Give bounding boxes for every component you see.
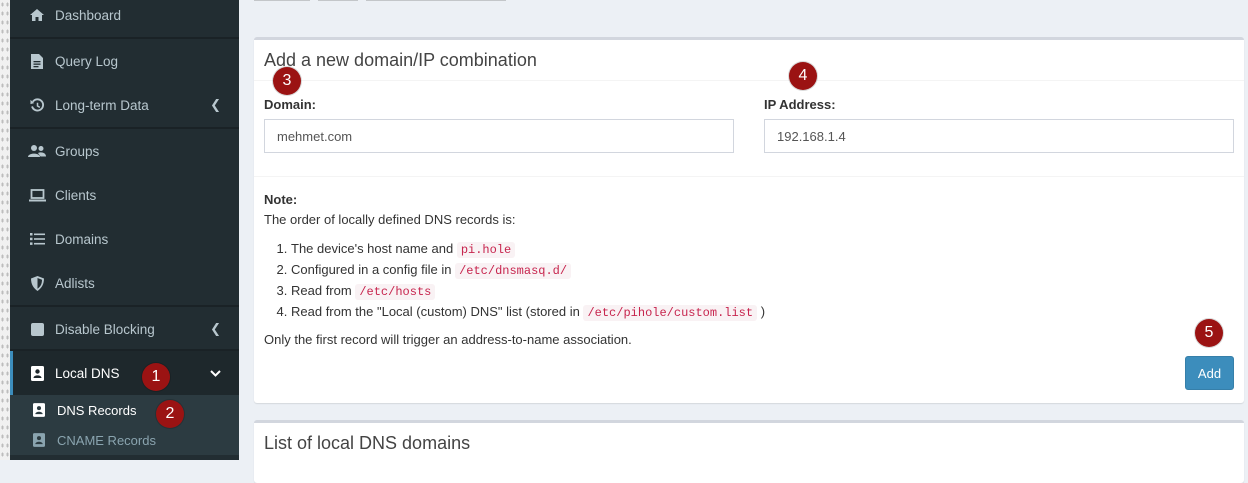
- list-icon: [28, 230, 46, 248]
- users-icon: [28, 142, 46, 160]
- sidebar-item-label: Local DNS: [55, 365, 120, 381]
- list-item: Configured in a config file in /etc/dnsm…: [291, 260, 765, 281]
- annotation-badge: 1: [142, 363, 170, 391]
- add-record-box: Add a new domain/IP combination Domain: …: [254, 37, 1244, 403]
- chevron-left-icon: ❮: [210, 321, 221, 336]
- sidebar-item-local-dns[interactable]: Local DNS: [10, 351, 239, 395]
- home-icon: [28, 6, 46, 24]
- sidebar-item-dashboard[interactable]: Dashboard: [10, 0, 239, 37]
- sidebar-item-label: Dashboard: [55, 7, 122, 23]
- sidebar-item-label: Adlists: [55, 275, 95, 291]
- sidebar-item-label: Domains: [55, 231, 109, 247]
- sidebar-item-label: Query Log: [55, 53, 119, 69]
- sidebar-subitem-cname-records[interactable]: CNAME Records: [10, 425, 239, 455]
- list-item: The device's host name and pi.hole: [291, 239, 765, 260]
- sidebar-item-label: Long-term Data: [55, 97, 149, 113]
- sidebar-item-query-log[interactable]: Query Log: [10, 39, 239, 83]
- sidebar-item-groups[interactable]: Groups: [10, 129, 239, 173]
- shield-icon: [28, 274, 46, 292]
- address-book-icon: [28, 364, 46, 382]
- sidebar-subitem-dns-records[interactable]: DNS Records: [10, 395, 239, 425]
- add-button[interactable]: Add: [1185, 356, 1234, 390]
- sidebar-item-disable-blocking[interactable]: Disable Blocking ❮: [10, 307, 239, 351]
- file-icon: [28, 52, 46, 70]
- chevron-down-icon: [210, 366, 221, 381]
- footer-note: Only the first record will trigger an ad…: [264, 332, 632, 347]
- annotation-badge: 5: [1195, 319, 1223, 347]
- annotation-badge: 4: [789, 62, 817, 90]
- sidebar-item-adlists[interactable]: Adlists: [10, 261, 239, 305]
- record-order-list: The device's host name and pi.hole Confi…: [254, 239, 954, 324]
- code-snippet: /etc/dnsmasq.d/: [455, 263, 572, 279]
- box-title: Add a new domain/IP combination: [264, 50, 537, 70]
- annotation-badge: 2: [156, 400, 184, 428]
- sidebar: Dashboard Query Log Long-term Data ❮ Gro…: [10, 0, 239, 460]
- list-item: Read from /etc/hosts: [291, 281, 765, 302]
- chevron-left-icon: ❮: [210, 97, 221, 112]
- sidebar-subitem-label: DNS Records: [57, 402, 137, 418]
- dns-list-box: List of local DNS domains: [254, 420, 1244, 483]
- annotation-badge: 3: [273, 67, 301, 95]
- sidebar-item-label: Groups: [55, 143, 100, 159]
- history-icon: [28, 96, 46, 114]
- divider: [254, 80, 1244, 81]
- note-intro: The order of locally defined DNS records…: [264, 212, 516, 227]
- sidebar-item-long-term-data[interactable]: Long-term Data ❮: [10, 83, 239, 127]
- domain-label: Domain:: [264, 97, 316, 112]
- box-title: List of local DNS domains: [264, 433, 471, 453]
- laptop-icon: [28, 186, 46, 204]
- list-item: Read from the "Local (custom) DNS" list …: [291, 302, 765, 323]
- code-snippet: /etc/pihole/custom.list: [583, 305, 758, 321]
- divider: [254, 176, 1244, 177]
- address-book-icon: [31, 402, 47, 418]
- page-heading-cropped: [254, 0, 544, 11]
- domain-input[interactable]: [264, 119, 734, 153]
- sidebar-subitem-label: CNAME Records: [57, 432, 156, 448]
- sidebar-item-clients[interactable]: Clients: [10, 173, 239, 217]
- code-snippet: /etc/hosts: [355, 284, 436, 300]
- window-edge: [0, 0, 10, 460]
- address-book-icon: [31, 432, 47, 448]
- code-snippet: pi.hole: [456, 242, 516, 258]
- sidebar-item-label: Disable Blocking: [55, 321, 155, 337]
- sidebar-item-label: Clients: [55, 187, 97, 203]
- stop-icon: [28, 320, 46, 338]
- ip-address-label: IP Address:: [764, 97, 836, 112]
- ip-address-input[interactable]: [764, 119, 1234, 153]
- sidebar-item-domains[interactable]: Domains: [10, 217, 239, 261]
- note-label: Note:: [264, 192, 298, 207]
